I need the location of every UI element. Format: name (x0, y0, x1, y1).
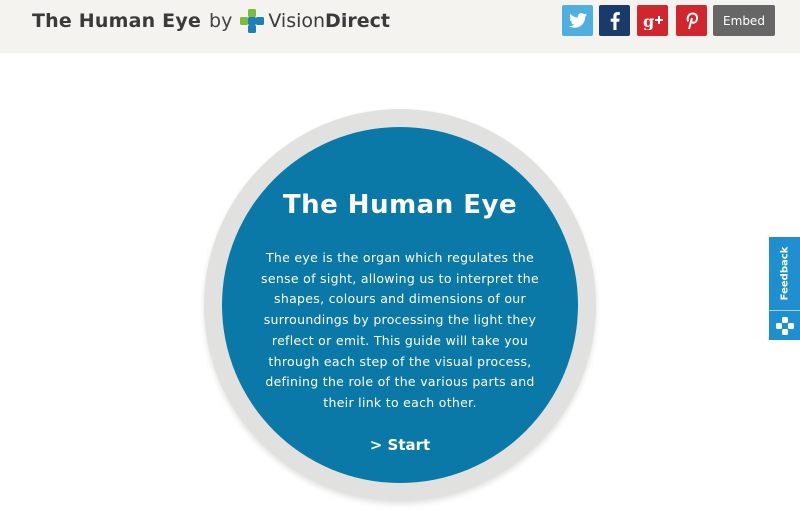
brand-vision: Vision (268, 10, 326, 32)
visiondirect-logo[interactable]: VisionDirect (240, 9, 390, 33)
brand-direct: Direct (325, 10, 390, 32)
feedback-logo-icon-wrap (769, 310, 800, 340)
svg-text:g: g (643, 12, 654, 30)
by-label: by (209, 10, 233, 32)
visiondirect-wordmark: VisionDirect (268, 10, 390, 32)
feedback-label-wrap: Feedback (769, 237, 800, 309)
feedback-label: Feedback (779, 246, 791, 300)
google-plus-icon: g (643, 12, 663, 30)
intro-title: The Human Eye (282, 190, 518, 220)
feedback-logo-icon (775, 316, 794, 335)
twitter-icon (568, 13, 587, 28)
intro-description: The eye is the organ which regulates the… (261, 250, 539, 410)
google-plus-share-button[interactable]: g (637, 5, 668, 36)
app-title: The Human Eye (32, 10, 202, 32)
embed-button[interactable]: Embed (713, 5, 775, 36)
pinterest-icon (686, 11, 698, 29)
facebook-icon (610, 11, 620, 30)
twitter-share-button[interactable] (562, 5, 593, 36)
brand-heading: The Human Eye by VisionDirect (32, 7, 390, 35)
facebook-share-button[interactable] (599, 5, 630, 36)
visiondirect-cross-icon (240, 9, 265, 33)
start-button[interactable]: > Start (340, 432, 460, 458)
pinterest-share-button[interactable] (676, 5, 707, 36)
